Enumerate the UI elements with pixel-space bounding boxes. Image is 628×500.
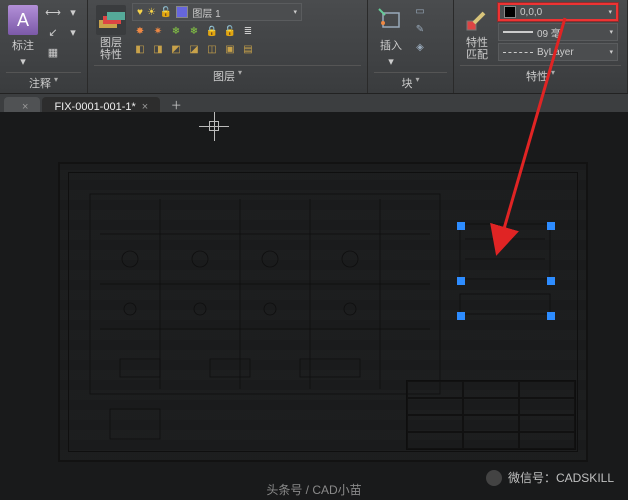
layer-properties-button[interactable]: 图层 特性 (94, 3, 128, 63)
selection-grip[interactable] (457, 277, 465, 285)
layer-walk-icon[interactable]: ◩ (168, 41, 184, 57)
layer-thaw-icon[interactable]: ❄ (186, 23, 202, 39)
layer-merge-icon[interactable]: ◪ (186, 41, 202, 57)
chevron-down-icon: ▾ (609, 48, 613, 56)
annotate-tools: ⟷ ▾ ↙ ▾ ▦ (44, 3, 82, 61)
block-create-icon[interactable]: ▭ (412, 3, 428, 19)
lineweight-value: 09 毫 (537, 25, 561, 40)
annotate-label: 标注 (12, 37, 34, 53)
selection-grip[interactable] (547, 277, 555, 285)
chevron-down-icon: ▾ (20, 55, 26, 68)
insert-label: 插入 (380, 37, 402, 53)
layer-unlock-icon[interactable]: 🔓 (222, 23, 238, 39)
layer-tool-row-1: ✸ ✷ ❄ ❄ 🔒 🔓 ≣ (132, 23, 361, 39)
match-prop-label: 特性 匹配 (466, 37, 488, 61)
layer-state-icon[interactable]: ◧ (132, 41, 148, 57)
block-attr-icon[interactable]: ◈ (412, 39, 428, 55)
layer-iso-icon[interactable]: ✷ (150, 23, 166, 39)
chevron-down-icon: ▾ (551, 68, 555, 84)
chevron-down-icon: ▾ (238, 68, 242, 84)
chevron-down-icon: ▾ (54, 75, 58, 91)
layer-freeze-icon[interactable]: ❄ (168, 23, 184, 39)
match-properties-button[interactable]: 特性 匹配 (460, 3, 494, 63)
linetype-value: ByLayer (537, 47, 574, 58)
chevron-down-icon: ▾ (608, 8, 612, 16)
lineweight-icon (503, 31, 533, 33)
lineweight-combo[interactable]: 09 毫 ▾ (498, 23, 618, 41)
panel-blocks: 插入 ▾ ▭ ✎ ◈ 块 ▾ (368, 0, 454, 93)
selection-grip[interactable] (457, 222, 465, 230)
source-credit: 头条号 / CAD小苗 (266, 481, 361, 498)
panel-title-annotate[interactable]: 注释 ▾ (6, 72, 81, 91)
bulb-icon: ♥ (137, 7, 143, 18)
lock-icon: 🔓 (160, 7, 172, 18)
selection-grip[interactable] (547, 312, 555, 320)
color-swatch (504, 6, 516, 18)
linetype-combo[interactable]: ByLayer ▾ (498, 43, 618, 61)
watermark: 微信号：CADSKILL (486, 469, 614, 486)
layer-lock-icon[interactable]: 🔒 (204, 23, 220, 39)
layer-tool-row-2: ◧ ◨ ◩ ◪ ◫ ▣ ▤ (132, 41, 361, 57)
panel-properties: 特性 匹配 0,0,0 ▾ 09 毫 ▾ ByLayer ▾ (454, 0, 628, 93)
layer-match-icon[interactable]: ≣ (240, 23, 256, 39)
chevron-down-icon: ▾ (293, 8, 297, 16)
panel-title-blocks[interactable]: 块 ▾ (374, 72, 447, 91)
layer-copy-icon[interactable]: ▣ (222, 41, 238, 57)
table-icon[interactable]: ▦ (44, 43, 62, 61)
chevron-down-icon: ▾ (388, 55, 394, 68)
annotate-button[interactable]: A 标注 ▾ (6, 3, 40, 70)
leader-icon[interactable]: ↙ (44, 23, 62, 41)
chevron-down-icon: ▾ (415, 75, 419, 91)
layer-color-swatch (176, 6, 188, 18)
layer-del-icon[interactable]: ◫ (204, 41, 220, 57)
layer-combo[interactable]: ♥ ☀ 🔓 图层 1 ▾ (132, 3, 302, 21)
layer-new-icon[interactable]: ▤ (240, 41, 256, 57)
linetype-icon (503, 52, 533, 53)
drawing-sheet (58, 162, 588, 462)
title-block (406, 380, 576, 450)
chevron-down-icon: ▾ (609, 28, 613, 36)
panel-annotate: A 标注 ▾ ⟷ ▾ ↙ ▾ ▦ 注释 ▾ (0, 0, 88, 93)
block-tools: ▭ ✎ ◈ (412, 3, 428, 55)
layer-prev-icon[interactable]: ◨ (150, 41, 166, 57)
panel-title-layers[interactable]: 图层 ▾ (94, 65, 361, 84)
selection-grip[interactable] (457, 312, 465, 320)
color-combo[interactable]: 0,0,0 ▾ (498, 3, 618, 21)
insert-block-button[interactable]: 插入 ▾ (374, 3, 408, 70)
dropdown-icon[interactable]: ▾ (64, 3, 82, 21)
dropdown-icon[interactable]: ▾ (64, 23, 82, 41)
dim-linear-icon[interactable]: ⟷ (44, 3, 62, 21)
layer-off-icon[interactable]: ✸ (132, 23, 148, 39)
selection-grip[interactable] (547, 222, 555, 230)
drawing-canvas[interactable] (0, 112, 628, 500)
panel-layers: 图层 特性 ♥ ☀ 🔓 图层 1 ▾ ✸ ✷ ❄ ❄ 🔒 🔓 (88, 0, 368, 93)
wechat-icon (486, 470, 502, 486)
block-edit-icon[interactable]: ✎ (412, 21, 428, 37)
panel-title-properties[interactable]: 特性 ▾ (460, 65, 621, 84)
ribbon: A 标注 ▾ ⟷ ▾ ↙ ▾ ▦ 注释 ▾ (0, 0, 628, 94)
layer-properties-label: 图层 特性 (100, 37, 122, 61)
color-value: 0,0,0 (520, 7, 542, 18)
sun-icon: ☀ (147, 7, 156, 18)
layer-name: 图层 1 (192, 5, 220, 20)
